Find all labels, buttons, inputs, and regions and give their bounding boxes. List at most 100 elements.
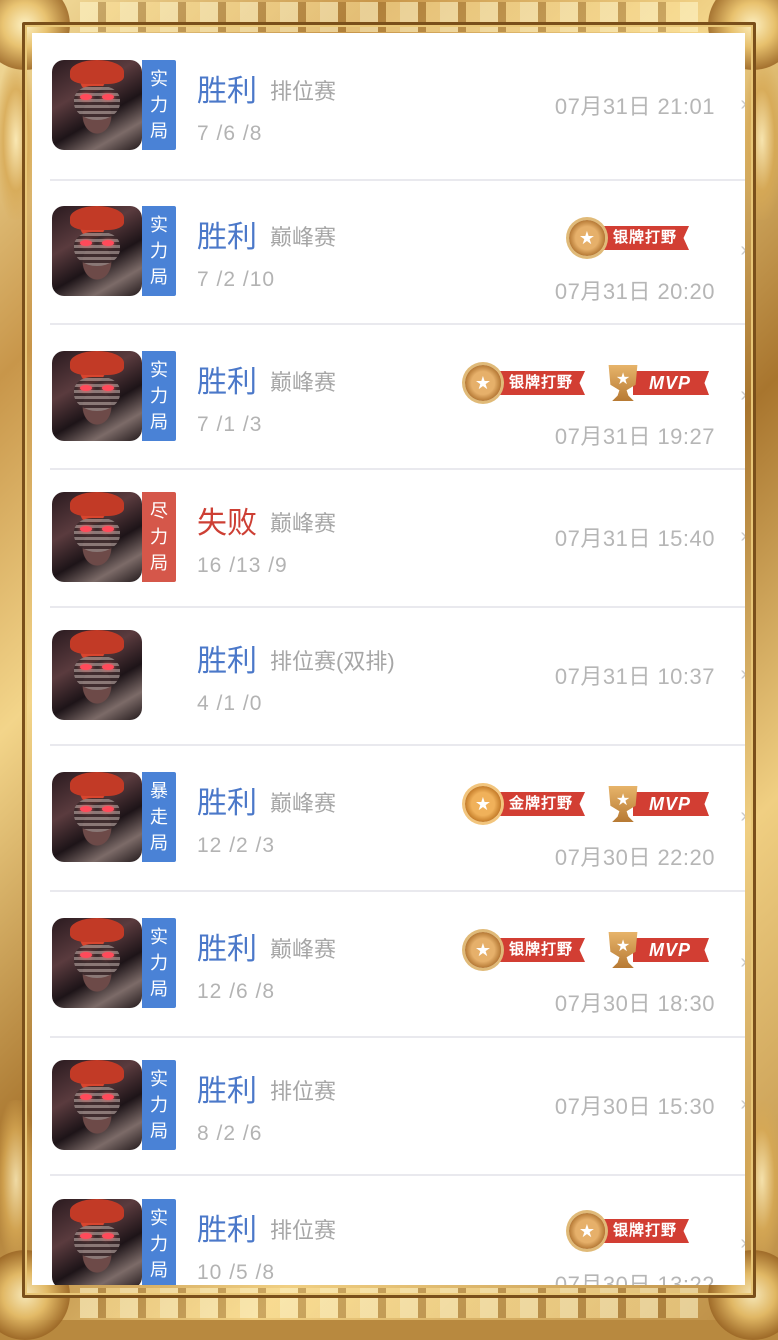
- mvp-label: MVP: [633, 938, 710, 962]
- silver-jungle-badge: ★ 银牌打野: [465, 365, 586, 401]
- match-history-list[interactable]: 实力局胜利排位赛7 /6 /807月31日 21:01›实力局胜利巅峰赛7 /2…: [32, 33, 745, 1285]
- match-time: 07月31日 15:40: [554, 526, 715, 551]
- match-kda: 7 /2 /10: [197, 268, 276, 291]
- hero-eye: [102, 1094, 114, 1100]
- match-mode: 排位赛(双排): [270, 649, 395, 674]
- match-mode: 排位赛: [270, 1218, 337, 1243]
- chevron-right-icon[interactable]: ›: [740, 1093, 745, 1116]
- match-time: 07月30日 18:30: [554, 991, 715, 1016]
- match-tag-char: 尽: [150, 501, 168, 521]
- match-row[interactable]: 胜利排位赛(双排) 4 /1 /0 07月31日 10:37 ›: [32, 608, 745, 746]
- match-tag: 实力局: [142, 351, 176, 441]
- match-row[interactable]: 实力局胜利排位赛7 /6 /807月31日 21:01›: [32, 33, 745, 181]
- jungle-badge-label: 金牌打野: [493, 792, 586, 816]
- match-tag-char: 力: [150, 386, 168, 406]
- match-kda: 4 /1 /0: [197, 692, 263, 715]
- star-medal-icon: ★: [465, 786, 501, 822]
- match-kda: 7 /1 /3: [197, 413, 263, 436]
- match-time: 07月30日 15:30: [554, 1094, 715, 1119]
- hero-mask: [74, 1225, 120, 1259]
- silver-jungle-badge: ★ 银牌打野: [465, 932, 586, 968]
- hero-eye: [102, 385, 114, 391]
- chevron-right-icon[interactable]: ›: [740, 1232, 745, 1255]
- match-result: 胜利: [197, 933, 257, 966]
- match-result: 胜利: [197, 645, 257, 678]
- hero-hair: [70, 1199, 124, 1223]
- hero-eye: [80, 526, 92, 532]
- hero-mask: [74, 798, 120, 832]
- trophy-icon: ★: [608, 786, 638, 822]
- match-tag-char: 力: [150, 95, 168, 115]
- match-kda: 10 /5 /8: [197, 1261, 276, 1284]
- gold-jungle-badge: ★ 金牌打野: [465, 786, 586, 822]
- hero-eye: [80, 1094, 92, 1100]
- match-kda: 7 /6 /8: [197, 122, 263, 145]
- mvp-badge: ★ MVP: [605, 365, 710, 401]
- hero-eye: [102, 806, 114, 812]
- star-medal-icon: ★: [569, 220, 605, 256]
- mvp-badge: ★ MVP: [605, 932, 710, 968]
- hero-eye: [80, 806, 92, 812]
- hero-hair: [70, 492, 124, 516]
- chevron-right-icon[interactable]: ›: [740, 951, 745, 974]
- match-time: 07月31日 21:01: [554, 94, 715, 119]
- hero-avatar: [52, 60, 142, 150]
- match-time: 07月30日 13:22: [554, 1272, 715, 1285]
- chevron-right-icon[interactable]: ›: [740, 93, 745, 116]
- match-tag: 暴走局: [142, 772, 176, 862]
- hero-hair: [70, 772, 124, 796]
- match-row[interactable]: 实力局胜利排位赛10 /5 /807月30日 13:22★银牌打野›: [32, 1176, 745, 1285]
- chevron-right-icon[interactable]: ›: [740, 525, 745, 548]
- mvp-label: MVP: [633, 792, 710, 816]
- match-tag: 实力局: [142, 60, 176, 150]
- match-tag-char: 实: [150, 360, 168, 380]
- match-tag-char: 暴: [150, 781, 168, 801]
- match-mode: 巅峰赛: [270, 225, 337, 250]
- match-tag: 实力局: [142, 1060, 176, 1150]
- match-tag-char: 力: [150, 527, 168, 547]
- hero-hair: [70, 60, 124, 84]
- match-tag-char: 走: [150, 807, 168, 827]
- match-tag-char: 力: [150, 1234, 168, 1254]
- chevron-right-icon[interactable]: ›: [740, 384, 745, 407]
- match-row[interactable]: 暴走局胜利巅峰赛12 /2 /307月30日 22:20★MVP★金牌打野›: [32, 746, 745, 892]
- hero-eye: [80, 952, 92, 958]
- match-row[interactable]: 实力局胜利排位赛8 /2 /607月30日 15:30›: [32, 1038, 745, 1176]
- match-tag-char: 局: [150, 553, 168, 573]
- match-kda: 16 /13 /9: [197, 554, 288, 577]
- hero-avatar: [52, 772, 142, 862]
- match-tag-char: 局: [150, 833, 168, 853]
- match-row[interactable]: 实力局胜利巅峰赛7 /2 /1007月31日 20:20★银牌打野›: [32, 181, 745, 325]
- match-tag-char: 力: [150, 1095, 168, 1115]
- match-row[interactable]: 尽力局失败巅峰赛16 /13 /907月31日 15:40›: [32, 470, 745, 608]
- hero-mask: [74, 518, 120, 552]
- match-tag-char: 局: [150, 121, 168, 141]
- match-result: 失败: [197, 507, 257, 540]
- match-tag: 尽力局: [142, 492, 176, 582]
- hero-eye: [80, 664, 92, 670]
- chevron-right-icon[interactable]: ›: [740, 239, 745, 262]
- match-tag-char: 实: [150, 1208, 168, 1228]
- jungle-badge-label: 银牌打野: [597, 226, 690, 250]
- hero-avatar: [52, 630, 142, 720]
- trophy-icon: ★: [608, 365, 638, 401]
- match-result: 胜利: [197, 221, 257, 254]
- match-tag-char: 实: [150, 927, 168, 947]
- match-result: 胜利: [197, 1075, 257, 1108]
- match-tag-char: 局: [150, 1260, 168, 1280]
- hero-hair: [70, 918, 124, 942]
- match-time: 07月31日 19:27: [554, 424, 715, 449]
- match-tag-char: 局: [150, 1121, 168, 1141]
- star-medal-icon: ★: [465, 365, 501, 401]
- hero-avatar: [52, 492, 142, 582]
- match-row[interactable]: 实力局胜利巅峰赛7 /1 /307月31日 19:27★MVP★银牌打野›: [32, 325, 745, 470]
- chevron-right-icon[interactable]: ›: [740, 663, 745, 686]
- match-tag-char: 局: [150, 979, 168, 999]
- match-tag-char: 局: [150, 267, 168, 287]
- match-tag-char: 局: [150, 412, 168, 432]
- chevron-right-icon[interactable]: ›: [740, 805, 745, 828]
- jungle-badge-label: 银牌打野: [493, 938, 586, 962]
- match-row[interactable]: 实力局胜利巅峰赛12 /6 /807月30日 18:30★MVP★银牌打野›: [32, 892, 745, 1038]
- hero-mask: [74, 656, 120, 690]
- hero-avatar: [52, 206, 142, 296]
